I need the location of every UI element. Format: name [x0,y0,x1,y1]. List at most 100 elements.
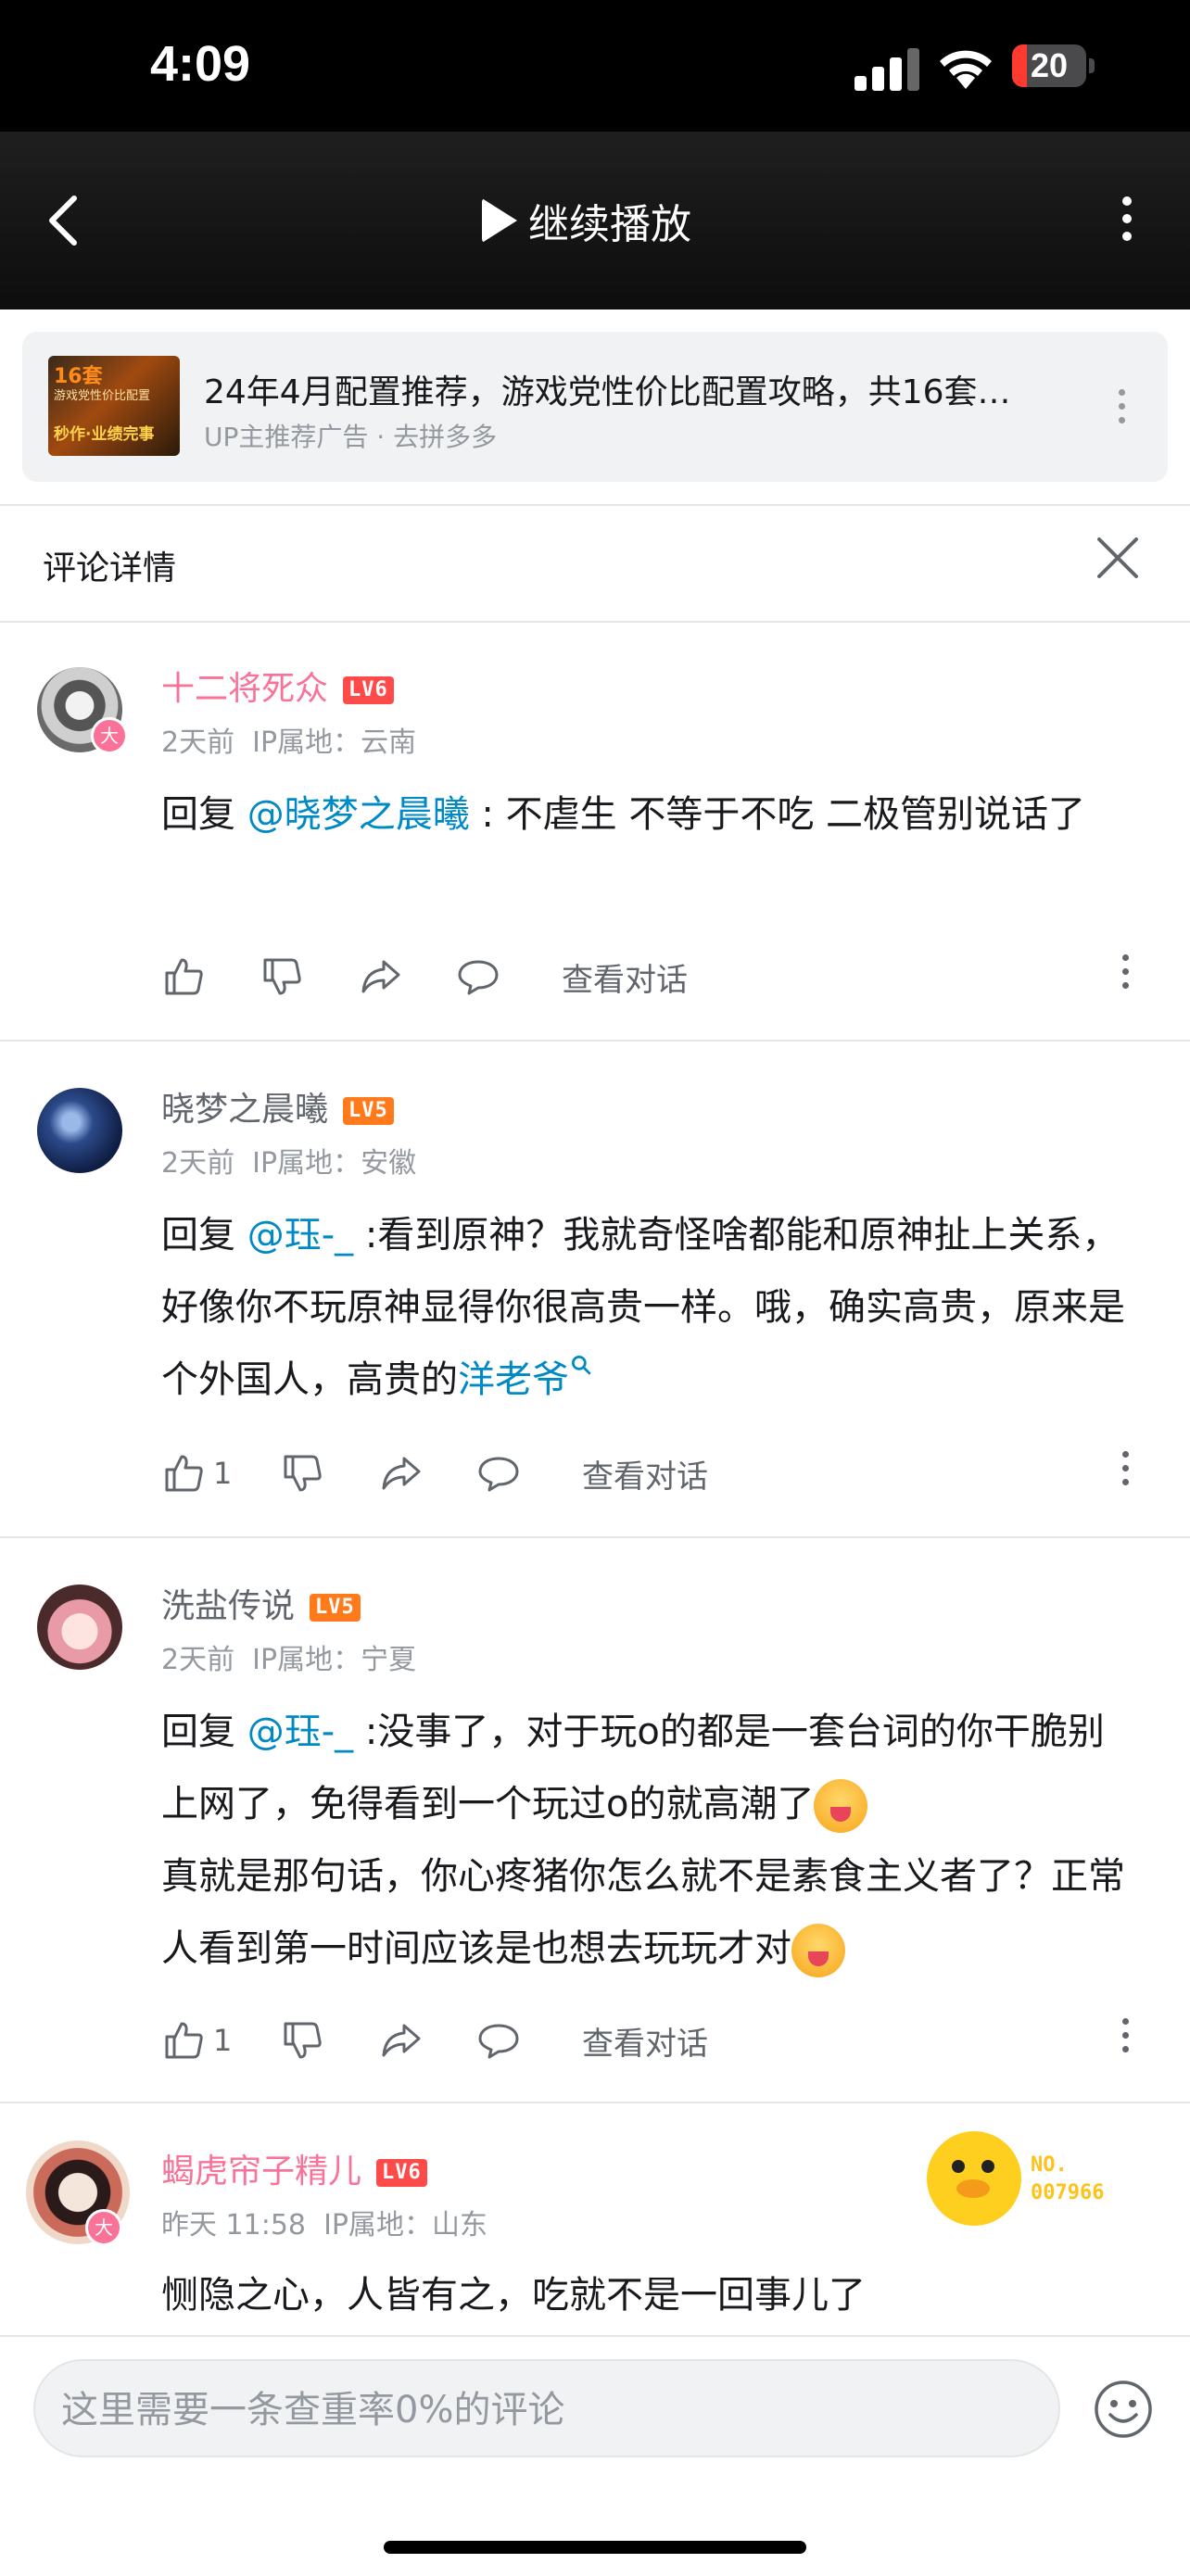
view-dialog-link[interactable]: 查看对话 [562,949,688,1004]
mention-link[interactable]: @珏-_ [247,1711,353,1753]
emoji-sticker [791,1924,845,1977]
comment-ip: IP属地：宁夏 [252,1644,417,1676]
wifi-icon [940,50,992,89]
vip-badge: 大 [85,2209,122,2246]
share-button[interactable] [378,2013,423,2068]
ad-thumb-text: 游戏党性价比配置 [54,389,151,403]
close-icon[interactable] [1094,534,1142,582]
mention-link[interactable]: @晓梦之晨曦 [247,793,470,836]
level-badge: LV6 [343,676,394,704]
username-text: 十二将死众 [161,670,329,708]
comment-meta: 2天前 IP属地：安徽 [161,1140,416,1181]
share-button[interactable] [378,1446,423,1501]
username-text: 晓梦之晨曦 [161,1091,329,1129]
reply-button[interactable] [476,2013,521,2068]
dislike-button[interactable] [280,1446,324,1501]
reply-button[interactable] [476,1446,521,1501]
comment-meta: 2天前 IP属地：云南 [161,719,416,760]
dislike-button[interactable] [260,949,304,1004]
battery-level: 20 [1030,46,1069,84]
comment-username[interactable]: 洗盐传说 LV5 [161,1579,361,1627]
thumb-up-icon [165,958,203,995]
page-title: 评论详情 [43,549,177,587]
avatar[interactable] [37,1585,122,1670]
video-navbar: 继续播放 [0,132,1190,309]
share-button[interactable] [358,949,402,1004]
thumb-up-icon [165,1455,203,1492]
comment-time: 昨天 11:58 [161,2209,306,2241]
comment-more-icon[interactable] [1120,954,1131,999]
status-bar: 4:09 20 [0,0,1190,132]
mention-link[interactable]: @珏-_ [247,1214,353,1256]
view-dialog-link[interactable]: 查看对话 [582,1446,708,1501]
username-text: 蝎虎帘子精儿 [161,2153,362,2191]
comment-more-icon[interactable] [1120,2018,1131,2063]
share-icon [382,2024,421,2057]
comment-detail-header: 评论详情 [0,504,1190,623]
more-vertical-icon[interactable] [1108,196,1146,248]
thumb-down-icon [263,958,301,995]
thumb-up-icon [165,2022,203,2059]
comment-input[interactable]: 这里需要一条查重率0%的评论 [33,2359,1060,2457]
comment-time: 2天前 [161,1147,235,1180]
emoji-sticker [814,1779,868,1833]
reply-prefix: 回复 [161,793,235,836]
comment-time: 2天前 [161,726,235,759]
comment-text: 回复 @珏-_ :看到原神？我就奇怪啥都能和原神扯上关系，好像你不玩原神显得你很… [161,1199,1125,1416]
like-button[interactable]: 1 [161,1446,232,1501]
ad-subtitle: UP主推荐广告 · 去拼多多 [204,422,498,452]
fan-badge-duck-icon [927,2131,1021,2226]
home-indicator[interactable] [384,2541,806,2554]
ad-card[interactable]: 16套 游戏党性价比配置 秒作·业绩完事 24年4月配置推荐，游戏党性价比配置攻… [22,332,1168,482]
comment-meta: 2天前 IP属地：宁夏 [161,1636,416,1677]
comment-meta: 昨天 11:58 IP属地：山东 [161,2202,487,2242]
comment-username[interactable]: 十二将死众 LV6 [161,662,394,710]
comment-actions: 查看对话 [161,949,1162,1004]
comment-item: 洗盐传说 LV5 2天前 IP属地：宁夏 回复 @珏-_ :没事了，对于玩o的都是… [0,1538,1190,2103]
comment-item: 大 十二将死众 LV6 2天前 IP属地：云南 回复 @晓梦之晨曦 : 不虐生 不… [0,621,1190,1042]
level-badge: LV5 [310,1594,361,1622]
comment-item: 晓梦之晨曦 LV5 2天前 IP属地：安徽 回复 @珏-_ :看到原神？我就奇怪啥… [0,1042,1190,1538]
fan-number-value: 007966 [1031,2181,1105,2204]
comment-text: 回复 @珏-_ :没事了，对于玩o的都是一套台词的你干脆别上网了，免得看到一个玩… [161,1696,1125,1985]
comment-actions: 1 查看对话 [161,1446,1162,1501]
like-button[interactable]: 1 [161,2013,232,2068]
play-icon [482,198,517,243]
reply-prefix: 回复 [161,1711,235,1753]
continue-play-label: 继续播放 [528,201,691,248]
thumb-down-icon [284,1455,322,1492]
battery-icon: 20 [1012,44,1095,87]
comment-bubble-icon [478,1457,519,1492]
comment-ip: IP属地：云南 [252,726,417,759]
dislike-button[interactable] [280,2013,324,2068]
back-arrow-icon[interactable] [39,191,91,250]
username-text: 洗盐传说 [161,1587,296,1625]
search-icon[interactable] [569,1353,593,1377]
ad-thumbnail: 16套 游戏党性价比配置 秒作·业绩完事 [48,356,180,456]
like-button[interactable] [161,949,206,1004]
comment-body: : 不虐生 不等于不吃 二极管别说话了 [469,793,1086,836]
share-icon [361,960,400,993]
comment-username[interactable]: 蝎虎帘子精儿 LV6 [161,2144,427,2192]
avatar[interactable] [37,1088,122,1173]
comment-text: 恻隐之心，人皆有之，吃就不是一回事儿了 [161,2259,1125,2331]
comment-body: 恻隐之心，人皆有之，吃就不是一回事儿了 [161,2274,866,2317]
like-count: 1 [213,2023,233,2058]
reply-button[interactable] [456,949,500,1004]
emoji-face-icon[interactable] [1092,2378,1155,2441]
comment-more-icon[interactable] [1120,1451,1131,1496]
continue-play-button[interactable]: 继续播放 [482,187,691,254]
comment-username[interactable]: 晓梦之晨曦 LV5 [161,1082,394,1130]
search-keyword-link[interactable]: 洋老爷 [458,1358,569,1401]
comment-bubble-icon [458,960,499,995]
level-badge: LV6 [376,2159,427,2187]
thumb-down-icon [284,2022,322,2059]
comment-time: 2天前 [161,1644,235,1676]
like-count: 1 [213,1456,233,1491]
ad-more-icon[interactable] [1114,389,1129,434]
reply-prefix: 回复 [161,1214,235,1256]
level-badge: LV5 [343,1097,394,1125]
view-dialog-link[interactable]: 查看对话 [582,2013,708,2068]
ad-title: 24年4月配置推荐，游戏党性价比配置攻略，共16套… [204,373,1011,411]
comment-body: 真就是那句话，你心疼猪你怎么就不是素食主义者了？正常人看到第一时间应该是也想去玩… [161,1855,1125,1970]
